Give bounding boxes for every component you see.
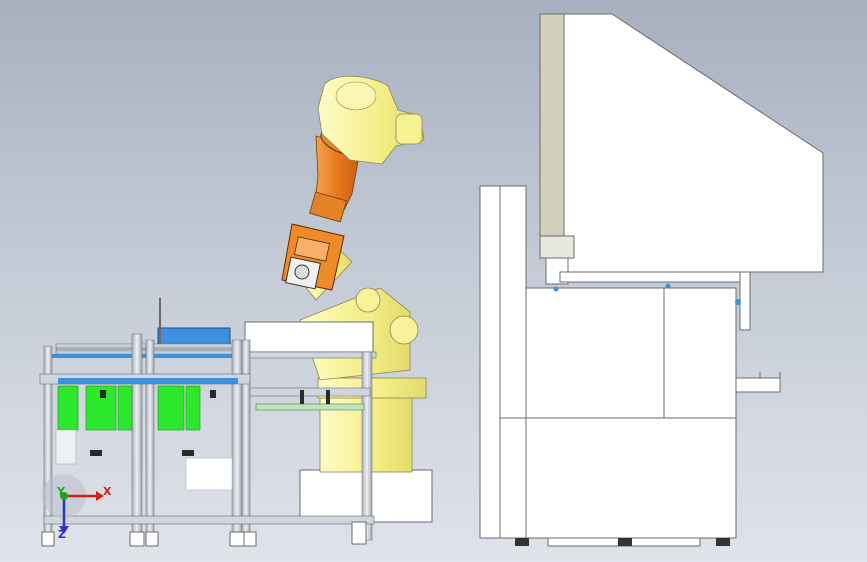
machine-cabinet [479,13,824,547]
assembly-drawing [39,13,824,547]
cad-viewport[interactable]: X Y Z [0,0,867,562]
y-axis-label: Y [57,485,65,498]
casters [41,521,367,547]
industrial-robot [281,75,433,523]
x-axis-label: X [103,485,112,498]
machine-body [525,287,737,539]
z-axis-label: Z [58,528,66,541]
green-parts [57,385,201,431]
machine-hood-edge [539,13,565,237]
frame-top-plate [244,321,374,353]
machine-indicator [553,286,559,292]
machine-hood [563,13,824,273]
side-bracket [735,377,781,393]
